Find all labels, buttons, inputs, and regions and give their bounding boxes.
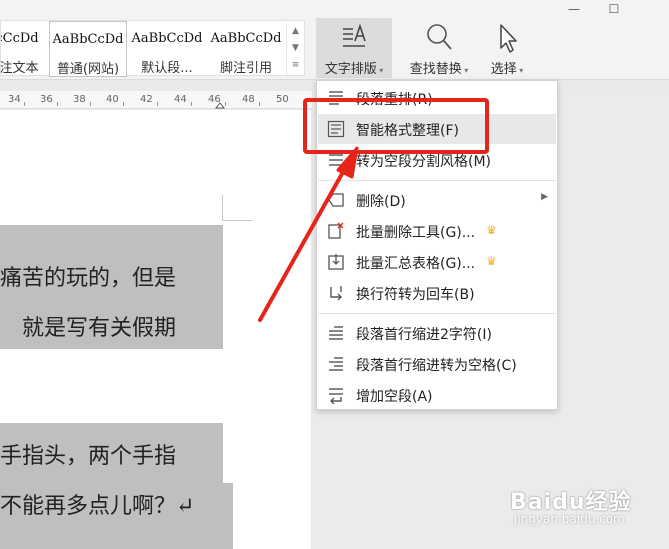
annotation-arrow-icon [258, 146, 359, 322]
watermark-sub: jingyan.baidu.com [514, 512, 625, 526]
baidu-watermark: Baidu经验 jingyan.baidu.com [510, 478, 660, 538]
